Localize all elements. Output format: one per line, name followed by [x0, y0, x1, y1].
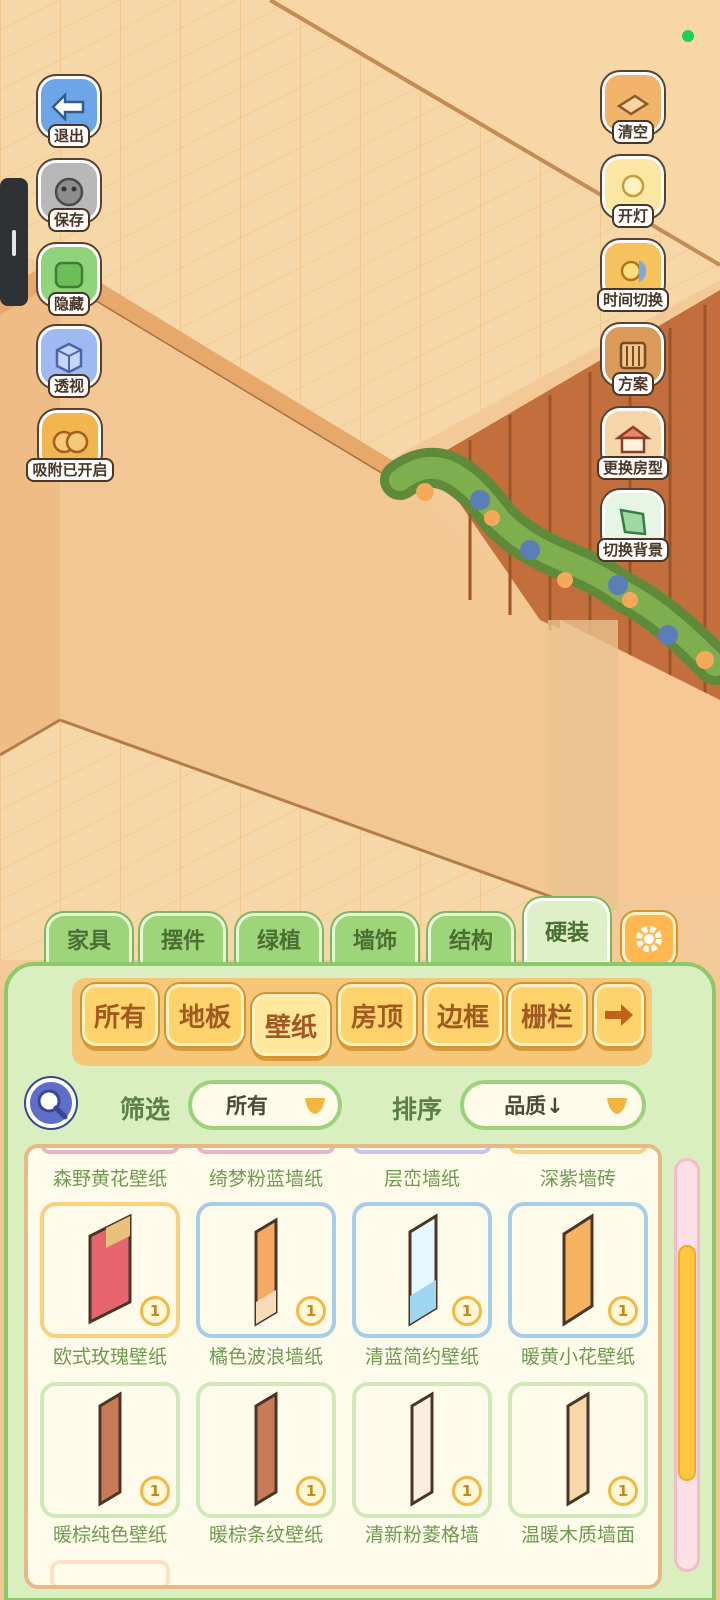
filter-label: 筛选 — [120, 1095, 171, 1124]
sort-dropdown[interactable]: 品质↓ — [460, 1080, 646, 1130]
item-name: 暖棕纯色壁纸 — [52, 1524, 167, 1546]
clear-label: 清空 — [611, 120, 654, 144]
sort-label: 排序 — [392, 1095, 443, 1124]
tab-wall-decor[interactable]: 墙饰 — [332, 913, 418, 965]
item-name[interactable]: 绮梦粉蓝墙纸 — [186, 1164, 346, 1191]
item-name: 欧式玫瑰壁纸 — [52, 1346, 167, 1368]
tab-structure-label: 结构 — [448, 929, 493, 954]
hide-button[interactable]: 隐藏 — [28, 244, 110, 330]
tab-ornaments-label: 摆件 — [160, 929, 205, 954]
item-card-warm-wood[interactable]: 1 — [508, 1382, 648, 1518]
tab-hard-decor[interactable]: 硬装 — [524, 898, 610, 964]
filter-value: 所有 — [226, 1094, 268, 1118]
item-card-orange-wave[interactable]: 1 — [196, 1202, 336, 1338]
item-count: 1 — [296, 1476, 326, 1506]
light-button[interactable]: 开灯 — [592, 156, 674, 242]
item-name: 暖棕条纹壁纸 — [208, 1524, 323, 1546]
time-switch-button[interactable]: 时间切换 — [588, 240, 678, 326]
save-label: 保存 — [47, 208, 90, 232]
settings-button[interactable] — [622, 912, 676, 966]
category-all-label: 所有 — [93, 1002, 146, 1033]
card-partial — [508, 1148, 648, 1154]
category-fence[interactable]: 栅栏 — [508, 984, 586, 1046]
item-card-fresh-pink-lattice[interactable]: 1 — [352, 1382, 492, 1518]
perspective-button[interactable]: 透视 — [28, 326, 110, 412]
item-count: 1 — [452, 1476, 482, 1506]
item-card-warm-brown-stripe[interactable]: 1 — [196, 1382, 336, 1518]
hide-label: 隐藏 — [47, 292, 90, 316]
arrow-right-icon — [605, 1004, 633, 1026]
item-count: 1 — [140, 1296, 170, 1326]
gear-icon — [636, 926, 662, 952]
snap-button[interactable]: 吸附已开启 — [24, 410, 116, 496]
category-next-button[interactable] — [594, 984, 644, 1046]
item-grid: 森野黄花壁纸 绮梦粉蓝墙纸 层峦墙纸 深紫墙砖 1 1 1 1 欧式玫瑰壁纸 橘… — [24, 1144, 662, 1589]
item-name: 暖黄小花壁纸 — [520, 1346, 635, 1368]
plan-label: 方案 — [611, 372, 654, 396]
item-card-european-rose[interactable]: 1 — [40, 1202, 180, 1338]
item-name: 清新粉菱格墙 — [364, 1524, 479, 1546]
item-name[interactable]: 森野黄花壁纸 — [30, 1164, 190, 1191]
tab-wall-decor-label: 墙饰 — [352, 929, 397, 954]
tab-furniture[interactable]: 家具 — [46, 913, 132, 965]
item-count: 1 — [296, 1296, 326, 1326]
category-all[interactable]: 所有 — [82, 984, 158, 1046]
category-floor-label: 地板 — [178, 1002, 231, 1033]
category-roof-label: 房顶 — [350, 1002, 403, 1033]
category-floor[interactable]: 地板 — [166, 984, 244, 1046]
item-count: 1 — [140, 1476, 170, 1506]
item-name[interactable]: 层峦墙纸 — [342, 1164, 502, 1191]
item-count: 1 — [452, 1296, 482, 1326]
category-fence-label: 栅栏 — [520, 1002, 573, 1033]
exit-button[interactable]: 退出 — [28, 76, 110, 162]
tab-furniture-label: 家具 — [66, 929, 111, 954]
item-name: 橘色波浪墙纸 — [208, 1346, 323, 1368]
card-partial — [50, 1560, 170, 1585]
category-border-label: 边框 — [436, 1002, 489, 1033]
item-name: 温暖木质墙面 — [520, 1524, 635, 1546]
item-count: 1 — [608, 1296, 638, 1326]
scrollbar[interactable] — [674, 1158, 700, 1572]
time-switch-label: 时间切换 — [596, 288, 669, 312]
scrollbar-thumb[interactable] — [678, 1245, 696, 1481]
card-partial — [40, 1148, 180, 1154]
item-count: 1 — [608, 1476, 638, 1506]
tab-hard-decor-label: 硬装 — [544, 921, 589, 946]
category-roof[interactable]: 房顶 — [338, 984, 416, 1046]
category-wallpaper[interactable]: 壁纸 — [252, 994, 330, 1056]
change-room-label: 更换房型 — [596, 456, 669, 480]
item-card-warm-yellow-flower[interactable]: 1 — [508, 1202, 648, 1338]
clear-button[interactable]: 清空 — [592, 72, 674, 158]
tab-ornaments[interactable]: 摆件 — [140, 913, 226, 965]
category-border[interactable]: 边框 — [424, 984, 502, 1046]
item-name: 清蓝简约壁纸 — [364, 1346, 479, 1368]
item-card-warm-brown-plain[interactable]: 1 — [40, 1382, 180, 1518]
chevron-down-icon — [305, 1098, 325, 1114]
snap-label: 吸附已开启 — [26, 458, 114, 482]
plan-button[interactable]: 方案 — [592, 324, 674, 410]
perspective-label: 透视 — [47, 374, 90, 398]
item-card-clear-blue[interactable]: 1 — [352, 1202, 492, 1338]
chevron-down-icon — [607, 1098, 627, 1114]
tab-structure[interactable]: 结构 — [428, 913, 514, 965]
switch-background-label: 切换背景 — [596, 538, 669, 562]
light-label: 开灯 — [611, 204, 654, 228]
exit-label: 退出 — [47, 124, 90, 148]
tab-plants-label: 绿植 — [256, 929, 301, 954]
switch-background-button[interactable]: 切换背景 — [588, 490, 678, 576]
filter-dropdown[interactable]: 所有 — [188, 1080, 342, 1130]
search-icon — [37, 1089, 68, 1120]
change-room-button[interactable]: 更换房型 — [588, 408, 678, 494]
tab-plants[interactable]: 绿植 — [236, 913, 322, 965]
card-partial — [352, 1148, 492, 1154]
search-button[interactable] — [26, 1078, 76, 1128]
sort-value: 品质↓ — [504, 1094, 564, 1118]
card-partial — [196, 1148, 336, 1154]
category-wallpaper-label: 壁纸 — [264, 1012, 317, 1043]
save-button[interactable]: 保存 — [28, 160, 110, 246]
item-name[interactable]: 深紫墙砖 — [498, 1164, 658, 1191]
